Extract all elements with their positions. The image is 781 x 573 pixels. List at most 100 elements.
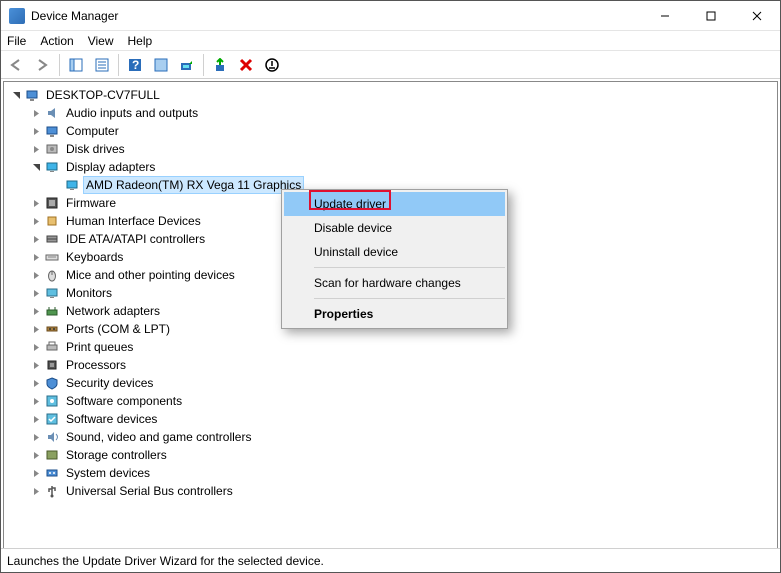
tree-label: Security devices	[64, 375, 155, 391]
tree-item[interactable]: Audio inputs and outputs	[4, 104, 777, 122]
tree-item[interactable]: Software devices	[4, 410, 777, 428]
ctx-separator	[314, 298, 505, 299]
tree-label: DESKTOP-CV7FULL	[44, 87, 162, 103]
tree-label: Network adapters	[64, 303, 162, 319]
expand-arrow-icon[interactable]	[28, 379, 44, 388]
context-menu: Update driver Disable device Uninstall d…	[281, 189, 508, 329]
port-icon	[44, 321, 60, 337]
toolbar: ?	[1, 51, 780, 79]
tree-item[interactable]: Print queues	[4, 338, 777, 356]
tree-root-node[interactable]: DESKTOP-CV7FULL	[4, 86, 777, 104]
tree-item[interactable]: Disk drives	[4, 140, 777, 158]
tree-label: Firmware	[64, 195, 118, 211]
expand-arrow-icon[interactable]	[28, 397, 44, 406]
tree-item[interactable]: Display adapters	[4, 158, 777, 176]
expand-arrow-icon[interactable]	[28, 469, 44, 478]
security-icon	[44, 375, 60, 391]
expand-arrow-icon[interactable]	[8, 91, 24, 100]
expand-arrow-icon[interactable]	[28, 109, 44, 118]
show-hide-tree-button[interactable]	[64, 53, 88, 77]
printer-icon	[44, 339, 60, 355]
sound-icon	[44, 429, 60, 445]
action-icon-button[interactable]	[149, 53, 173, 77]
tree-label: Software components	[64, 393, 184, 409]
swdev-icon	[44, 411, 60, 427]
expand-arrow-icon[interactable]	[28, 199, 44, 208]
network-icon	[44, 303, 60, 319]
tree-item[interactable]: Sound, video and game controllers	[4, 428, 777, 446]
tree-label: Print queues	[64, 339, 135, 355]
expand-arrow-icon[interactable]	[28, 307, 44, 316]
close-button[interactable]	[734, 1, 780, 30]
expand-arrow-icon[interactable]	[28, 235, 44, 244]
tree-label: Disk drives	[64, 141, 127, 157]
app-icon	[9, 8, 25, 24]
tree-item[interactable]: Computer	[4, 122, 777, 140]
expand-arrow-icon[interactable]	[28, 325, 44, 334]
window-title: Device Manager	[31, 9, 642, 23]
titlebar: Device Manager	[1, 1, 780, 31]
expand-arrow-icon[interactable]	[28, 127, 44, 136]
minimize-button[interactable]	[642, 1, 688, 30]
help-button[interactable]: ?	[123, 53, 147, 77]
svg-text:?: ?	[132, 58, 139, 72]
computer-icon	[24, 87, 40, 103]
tree-label: Mice and other pointing devices	[64, 267, 237, 283]
tree-label: Software devices	[64, 411, 159, 427]
expand-arrow-icon[interactable]	[28, 433, 44, 442]
tree-label: Universal Serial Bus controllers	[64, 483, 235, 499]
tree-label: Processors	[64, 357, 128, 373]
display-icon	[44, 159, 60, 175]
expand-arrow-icon[interactable]	[28, 289, 44, 298]
tree-item[interactable]: Storage controllers	[4, 446, 777, 464]
tree-label: Computer	[64, 123, 121, 139]
ctx-properties[interactable]: Properties	[284, 302, 505, 326]
ctx-scan-hardware[interactable]: Scan for hardware changes	[284, 271, 505, 295]
expand-arrow-icon[interactable]	[28, 271, 44, 280]
tree-label: Human Interface Devices	[64, 213, 203, 229]
tree-label: Display adapters	[64, 159, 157, 175]
properties-button[interactable]	[90, 53, 114, 77]
update-driver-button[interactable]	[208, 53, 232, 77]
statusbar: Launches the Update Driver Wizard for th…	[1, 548, 780, 572]
firmware-icon	[44, 195, 60, 211]
expand-arrow-icon[interactable]	[28, 487, 44, 496]
swcomp-icon	[44, 393, 60, 409]
menu-help[interactable]: Help	[128, 34, 153, 48]
scan-hardware-button[interactable]	[175, 53, 199, 77]
tree-item[interactable]: Universal Serial Bus controllers	[4, 482, 777, 500]
tree-label: System devices	[64, 465, 152, 481]
ctx-disable-label: Disable device	[314, 221, 392, 235]
menu-view[interactable]: View	[88, 34, 114, 48]
expand-arrow-icon[interactable]	[28, 451, 44, 460]
tree-item[interactable]: Processors	[4, 356, 777, 374]
maximize-button[interactable]	[688, 1, 734, 30]
tree-label: Monitors	[64, 285, 114, 301]
expand-arrow-icon[interactable]	[28, 145, 44, 154]
expand-arrow-icon[interactable]	[28, 415, 44, 424]
expand-arrow-icon[interactable]	[28, 217, 44, 226]
mouse-icon	[44, 267, 60, 283]
expand-arrow-icon[interactable]	[28, 163, 44, 172]
disable-device-button[interactable]	[260, 53, 284, 77]
tree-label: Sound, video and game controllers	[64, 429, 253, 445]
tree-item[interactable]: System devices	[4, 464, 777, 482]
menu-file[interactable]: File	[7, 34, 26, 48]
highlight-box	[309, 190, 391, 210]
storage-icon	[44, 447, 60, 463]
ctx-uninstall-device[interactable]: Uninstall device	[284, 240, 505, 264]
disk-icon	[44, 141, 60, 157]
tree-item[interactable]: Software components	[4, 392, 777, 410]
expand-arrow-icon[interactable]	[28, 253, 44, 262]
tree-item[interactable]: Security devices	[4, 374, 777, 392]
ide-icon	[44, 231, 60, 247]
expand-arrow-icon[interactable]	[28, 343, 44, 352]
back-button[interactable]	[5, 53, 29, 77]
menu-action[interactable]: Action	[40, 34, 73, 48]
expand-arrow-icon[interactable]	[28, 361, 44, 370]
ctx-uninstall-label: Uninstall device	[314, 245, 398, 259]
uninstall-device-button[interactable]	[234, 53, 258, 77]
forward-button[interactable]	[31, 53, 55, 77]
ctx-disable-device[interactable]: Disable device	[284, 216, 505, 240]
audio-icon	[44, 105, 60, 121]
